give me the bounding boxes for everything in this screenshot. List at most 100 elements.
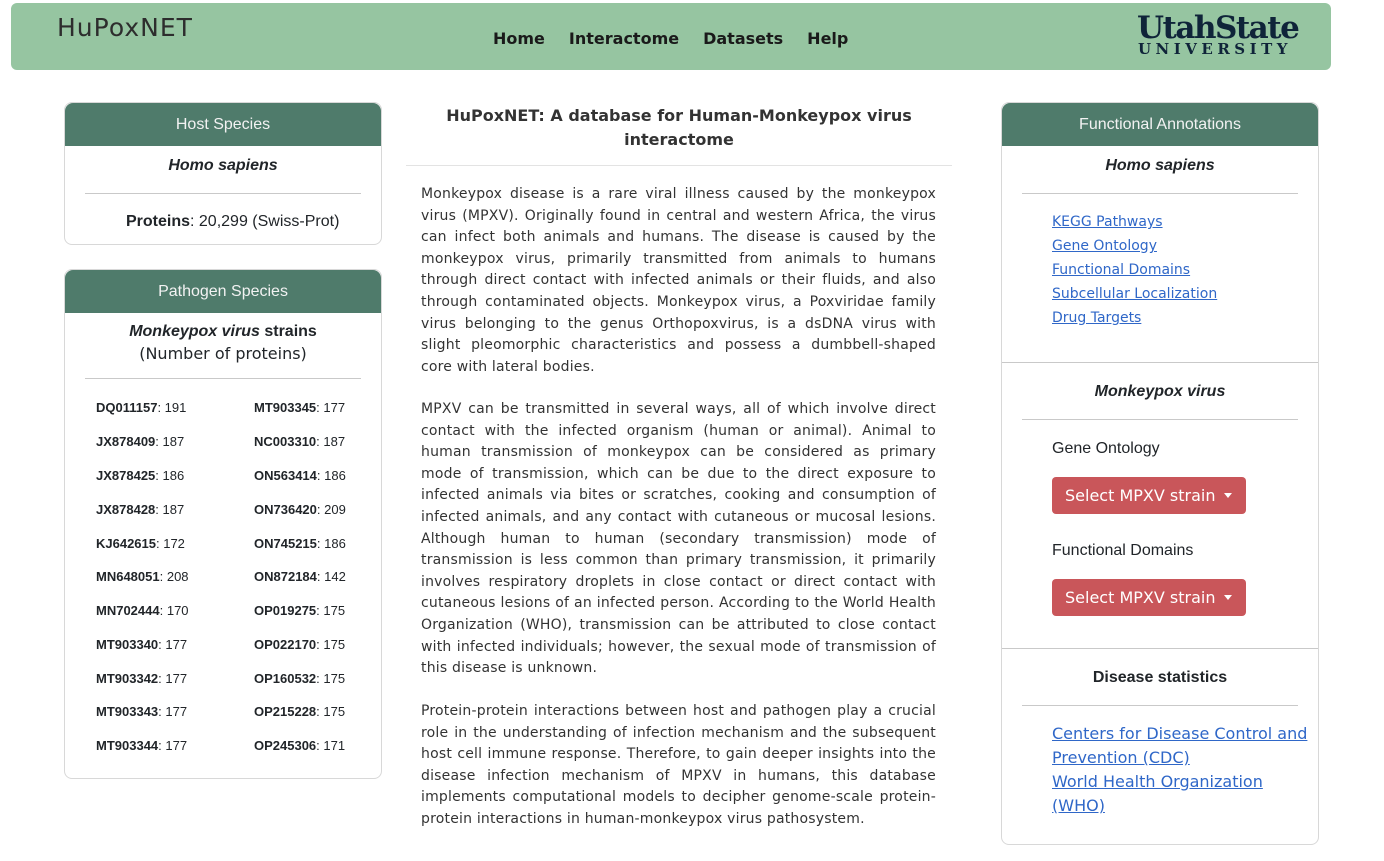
strain-item: OP245306: 171 xyxy=(254,738,345,753)
strain-count: : 187 xyxy=(155,434,185,449)
strain-count: : 208 xyxy=(159,569,189,584)
strain-count: : 175 xyxy=(316,671,346,686)
strain-count: : 142 xyxy=(316,569,346,584)
strain-item: ON563414: 186 xyxy=(254,468,346,483)
strain-item: OP160532: 175 xyxy=(254,671,345,686)
strain-id: OP215228 xyxy=(254,704,317,719)
divider xyxy=(85,193,361,194)
functional-card-header: Functional Annotations xyxy=(1002,103,1318,146)
strain-id: JX878428 xyxy=(96,502,156,517)
strain-id: ON563414 xyxy=(254,468,317,483)
strain-count: : 187 xyxy=(316,434,346,449)
strain-id: MT903344 xyxy=(96,738,159,753)
strain-item: NC003310: 187 xyxy=(254,434,345,449)
intro-paragraph-3: Protein-protein interactions between hos… xyxy=(421,703,936,827)
dropdown-label: Select MPXV strain xyxy=(1065,486,1216,505)
strain-count: : 177 xyxy=(158,738,188,753)
strain-count: : 177 xyxy=(158,637,188,652)
university-logo[interactable]: UtahState UNIVERSITY xyxy=(1137,10,1300,58)
strain-id: MN648051 xyxy=(96,569,160,584)
strain-item: KJ642615: 172 xyxy=(96,536,185,551)
strain-item: MT903343: 177 xyxy=(96,704,187,719)
strain-item: MT903342: 177 xyxy=(96,671,187,686)
strain-id: ON872184 xyxy=(254,569,317,584)
link-kegg-pathways[interactable]: KEGG Pathways xyxy=(1052,214,1163,230)
strain-count: : 187 xyxy=(155,502,185,517)
strain-id: ON736420 xyxy=(254,502,317,517)
strain-item: MN702444: 170 xyxy=(96,603,189,618)
brand-title[interactable]: HuPoxNET xyxy=(57,13,193,42)
strains-suffix: strains xyxy=(259,323,317,340)
divider xyxy=(1022,419,1298,420)
strain-item: MT903345: 177 xyxy=(254,400,345,415)
gene-ontology-strain-dropdown[interactable]: Select MPXV strain xyxy=(1052,477,1246,514)
strain-id: NC003310 xyxy=(254,434,317,449)
strain-id: OP160532 xyxy=(254,671,317,686)
strain-id: JX878409 xyxy=(96,434,156,449)
nav-interactome[interactable]: Interactome xyxy=(569,29,679,48)
divider xyxy=(1002,362,1318,363)
pathogen-species-name: Monkeypox virus xyxy=(129,323,260,340)
dropdown-label: Select MPXV strain xyxy=(1065,588,1216,607)
host-species-card: Host Species Homo sapiens Proteins: 20,2… xyxy=(64,102,382,245)
strain-id: JX878425 xyxy=(96,468,156,483)
strain-item: JX878428: 187 xyxy=(96,502,184,517)
divider xyxy=(406,165,952,166)
strain-id: MT903345 xyxy=(254,400,317,415)
link-subcellular-localization[interactable]: Subcellular Localization xyxy=(1052,286,1217,302)
strain-id: MN702444 xyxy=(96,603,160,618)
strain-id: ON745215 xyxy=(254,536,317,551)
link-gene-ontology[interactable]: Gene Ontology xyxy=(1052,238,1157,254)
divider xyxy=(1022,705,1298,706)
strain-item: OP019275: 175 xyxy=(254,603,345,618)
pathogen-species-card: Pathogen Species Monkeypox virus strains… xyxy=(64,269,382,779)
functional-domains-label: Functional Domains xyxy=(1052,542,1194,559)
strain-id: OP022170 xyxy=(254,637,317,652)
strain-id: KJ642615 xyxy=(96,536,156,551)
link-drug-targets[interactable]: Drug Targets xyxy=(1052,310,1141,326)
strain-item: MT903340: 177 xyxy=(96,637,187,652)
strain-count: : 175 xyxy=(316,704,346,719)
strain-item: MN648051: 208 xyxy=(96,569,189,584)
link-who[interactable]: World Health Organization (WHO) xyxy=(1052,770,1312,818)
logo-bottom-text: UNIVERSITY xyxy=(1137,40,1293,58)
strain-count: : 177 xyxy=(158,704,188,719)
pathogen-species-title: Monkeypox virus strains xyxy=(65,323,381,341)
strain-item: OP215228: 175 xyxy=(254,704,345,719)
link-functional-domains[interactable]: Functional Domains xyxy=(1052,262,1190,278)
nav-help[interactable]: Help xyxy=(807,29,848,48)
gene-ontology-label: Gene Ontology xyxy=(1052,440,1160,457)
strain-item: JX878425: 186 xyxy=(96,468,184,483)
strain-item: JX878409: 187 xyxy=(96,434,184,449)
host-species-name: Homo sapiens xyxy=(1105,157,1215,174)
host-proteins-count: Proteins: 20,299 (Swiss-Prot) xyxy=(126,213,339,231)
navbar: HuPoxNET Home Interactome Datasets Help … xyxy=(11,3,1331,70)
proteins-value: : 20,299 (Swiss-Prot) xyxy=(190,213,340,230)
strain-count: : 171 xyxy=(316,738,346,753)
strain-item: MT903344: 177 xyxy=(96,738,187,753)
page-title: HuPoxNET: A database for Human-Monkeypox… xyxy=(446,106,912,149)
strain-count: : 175 xyxy=(316,637,346,652)
link-cdc[interactable]: Centers for Disease Control and Preventi… xyxy=(1052,722,1312,770)
nav-links: Home Interactome Datasets Help xyxy=(493,29,848,48)
strain-id: DQ011157 xyxy=(96,400,158,415)
strain-count: : 186 xyxy=(316,536,346,551)
nav-home[interactable]: Home xyxy=(493,29,545,48)
proteins-label: Proteins xyxy=(126,213,191,230)
strain-count: : 175 xyxy=(316,603,346,618)
virus-species-name: Monkeypox virus xyxy=(1094,383,1226,400)
pathogen-subtitle: (Number of proteins) xyxy=(139,344,307,363)
divider xyxy=(85,378,361,379)
strain-id: OP019275 xyxy=(254,603,317,618)
strain-item: ON745215: 186 xyxy=(254,536,346,551)
divider xyxy=(1022,193,1298,194)
functional-domains-strain-dropdown[interactable]: Select MPXV strain xyxy=(1052,579,1246,616)
strain-count: : 177 xyxy=(316,400,346,415)
host-card-header: Host Species xyxy=(65,103,381,146)
chevron-down-icon xyxy=(1224,493,1232,498)
intro-paragraph-2: MPXV can be transmitted in several ways,… xyxy=(421,401,936,677)
nav-datasets[interactable]: Datasets xyxy=(703,29,783,48)
strain-count: : 186 xyxy=(155,468,185,483)
logo-top-text: UtahState xyxy=(1137,10,1300,46)
strain-count: : 172 xyxy=(156,536,185,551)
